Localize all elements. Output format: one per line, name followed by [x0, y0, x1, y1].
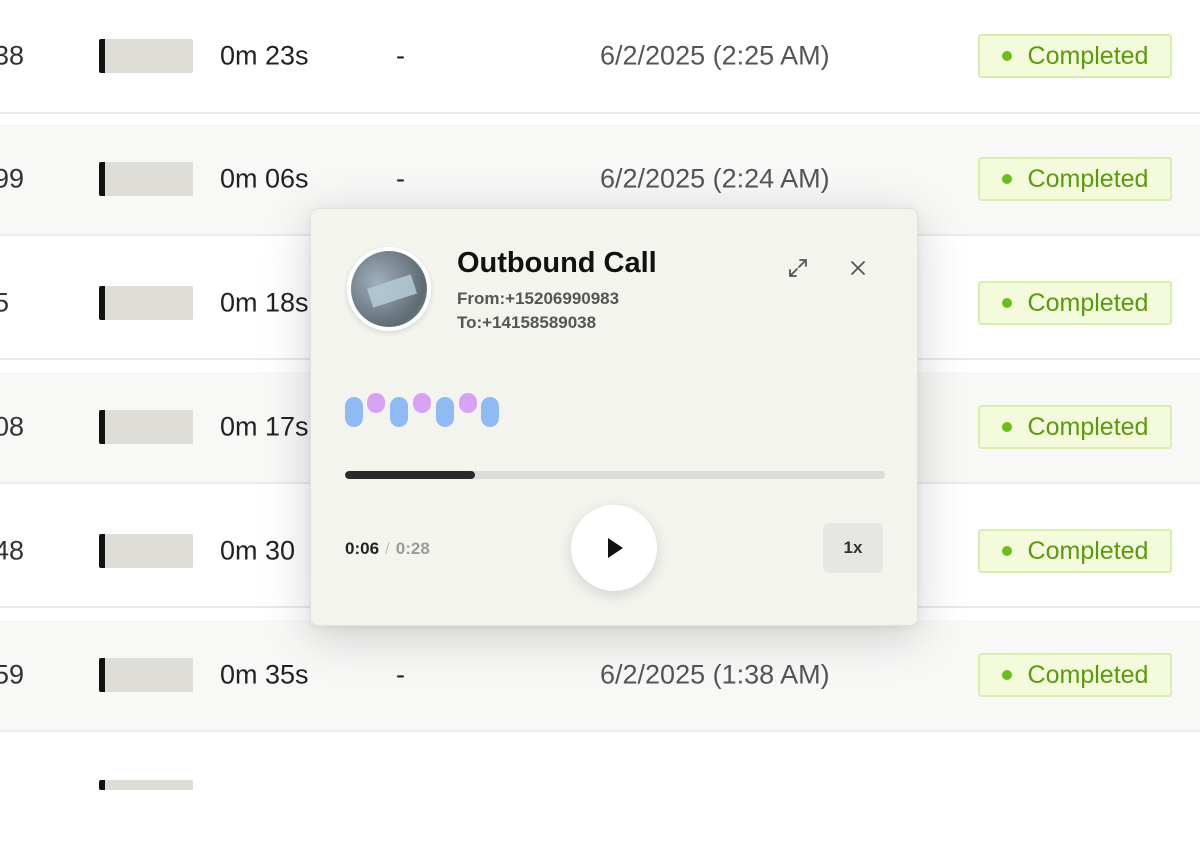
- avatar-image: [351, 251, 427, 327]
- audio-waveform: [345, 393, 505, 429]
- call-id: 59: [0, 659, 25, 690]
- wave-bar: [367, 393, 385, 413]
- status-badge: Completed: [978, 157, 1172, 201]
- call-empty: -: [396, 163, 405, 194]
- status-label: Completed: [1027, 536, 1149, 565]
- call-empty: -: [396, 40, 405, 71]
- wave-bar: [390, 397, 408, 427]
- table-row[interactable]: 59 0m 35s - 6/2/2025 (1:38 AM) Completed: [0, 620, 1200, 732]
- agent-bar: [99, 162, 193, 196]
- call-empty: -: [396, 659, 405, 690]
- wave-bar: [436, 397, 454, 427]
- progress-fill: [345, 471, 475, 479]
- call-date: 6/2/2025 (2:24 AM): [600, 163, 830, 194]
- agent-bar: [99, 658, 193, 692]
- call-id: 38: [0, 40, 25, 71]
- status-label: Completed: [1027, 41, 1149, 70]
- status-label: Completed: [1027, 288, 1149, 317]
- wave-bar: [345, 397, 363, 427]
- status-dot: [1001, 670, 1012, 680]
- status-dot: [1001, 546, 1012, 556]
- status-dot: [1001, 422, 1012, 432]
- call-duration: 0m 23s: [220, 40, 309, 71]
- play-icon: [608, 538, 623, 558]
- close-icon: [851, 261, 865, 275]
- wave-bar: [481, 397, 499, 427]
- call-from: From:+15206990983: [457, 289, 620, 308]
- agent-bar: [99, 39, 193, 73]
- status-dot: [1001, 298, 1012, 308]
- avatar: [347, 247, 431, 331]
- call-duration: 0m 06s: [220, 163, 309, 194]
- call-duration: 0m 30: [220, 535, 296, 566]
- table-row[interactable]: [0, 744, 1200, 856]
- status-label: Completed: [1027, 412, 1149, 441]
- expand-button[interactable]: [783, 253, 813, 283]
- playback-progress[interactable]: [345, 471, 885, 479]
- expand-icon: [789, 259, 807, 277]
- call-duration: 0m 35s: [220, 659, 309, 690]
- time-separator: /: [385, 539, 390, 558]
- wave-bar: [459, 393, 477, 413]
- call-date: 6/2/2025 (2:25 AM): [600, 40, 830, 71]
- status-label: Completed: [1027, 164, 1149, 193]
- call-duration: 0m 17s: [220, 411, 309, 442]
- call-date: 6/2/2025 (1:38 AM): [600, 659, 830, 690]
- close-button[interactable]: [843, 253, 873, 283]
- call-title: Outbound Call: [457, 247, 657, 279]
- current-time: 0:06: [345, 539, 380, 558]
- status-badge: Completed: [978, 405, 1172, 449]
- playback-time: 0:06 / 0:28: [345, 539, 430, 559]
- agent-bar: [99, 286, 193, 320]
- status-badge: Completed: [978, 281, 1172, 325]
- status-badge: Completed: [978, 529, 1172, 573]
- agent-bar: [99, 410, 193, 444]
- status-label: Completed: [1027, 660, 1149, 689]
- call-id: 99: [0, 163, 25, 194]
- call-player-popup: Outbound Call From:+15206990983 To:+1415…: [310, 208, 918, 626]
- wave-bar: [413, 393, 431, 413]
- call-id: 08: [0, 411, 25, 442]
- call-id: 5: [0, 287, 10, 318]
- status-dot: [1001, 174, 1012, 184]
- playback-speed-button[interactable]: 1x: [823, 523, 883, 573]
- call-to: To:+14158589038: [457, 313, 597, 332]
- total-time: 0:28: [395, 539, 430, 558]
- status-badge: Completed: [978, 653, 1172, 697]
- status-badge: Completed: [978, 34, 1172, 78]
- call-duration: 0m 18s: [220, 287, 309, 318]
- agent-bar: [99, 534, 193, 568]
- table-row[interactable]: 38 0m 23s - 6/2/2025 (2:25 AM) Completed: [0, 0, 1200, 114]
- call-id: 48: [0, 535, 25, 566]
- agent-bar: [99, 780, 193, 790]
- status-dot: [1001, 51, 1012, 61]
- play-button[interactable]: [571, 505, 657, 591]
